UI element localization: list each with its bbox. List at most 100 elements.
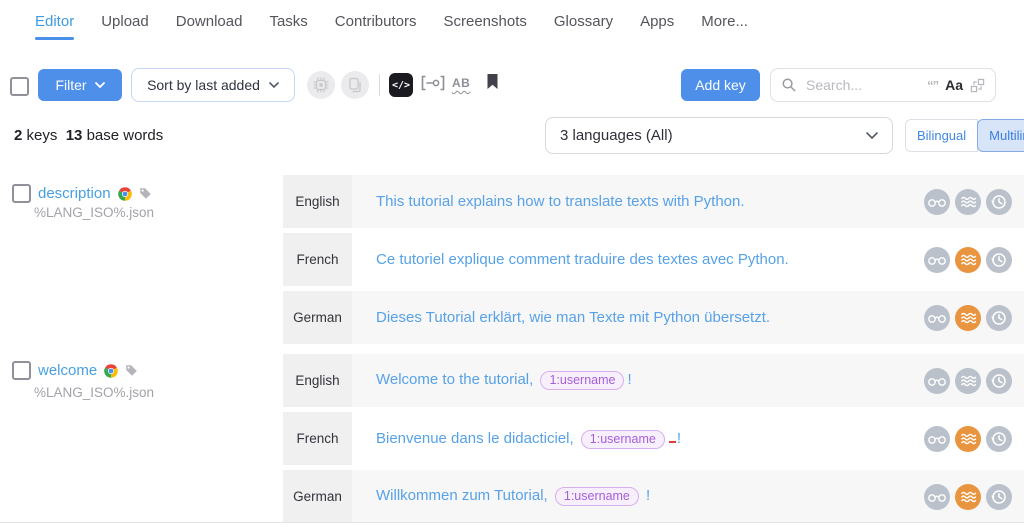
- glasses-icon[interactable]: [924, 305, 950, 331]
- translation-cell[interactable]: Dieses Tutorial erklärt, wie man Texte m…: [352, 291, 1024, 344]
- translation-row: German Dieses Tutorial erklärt, wie man …: [283, 291, 1024, 344]
- translation-cell[interactable]: Bienvenue dans le didacticiel, 1:usernam…: [352, 412, 1024, 465]
- waves-icon[interactable]: [955, 189, 981, 215]
- editor-page: Editor Upload Download Tasks Contributor…: [0, 0, 1024, 530]
- filter-button-label: Filter: [55, 77, 86, 93]
- translation-text-before: Welcome to the tutorial,: [376, 371, 537, 388]
- placeholder-pill: 1:username: [555, 487, 639, 506]
- sort-dropdown[interactable]: Sort by last added: [131, 68, 295, 102]
- search-input[interactable]: [804, 76, 920, 94]
- chevron-down-icon: [269, 82, 279, 88]
- tab-editor[interactable]: Editor: [35, 0, 74, 42]
- multilingual-toggle[interactable]: Multilingual: [977, 119, 1024, 152]
- duplicate-button[interactable]: [341, 71, 369, 99]
- translation-cell[interactable]: Ce tutoriel explique comment traduire de…: [352, 233, 1024, 286]
- waves-icon[interactable]: [955, 484, 981, 510]
- keys-label: keys: [27, 127, 58, 144]
- tab-apps[interactable]: Apps: [640, 0, 674, 42]
- base-words-label: base words: [87, 127, 164, 144]
- waves-icon[interactable]: [955, 368, 981, 394]
- language-filter-dropdown[interactable]: 3 languages (All): [545, 117, 893, 154]
- keys-count: 2: [14, 127, 22, 144]
- add-key-button-label: Add key: [695, 77, 746, 93]
- row-actions: [924, 426, 1012, 452]
- placeholder-pill: 1:username: [581, 430, 665, 449]
- tab-more[interactable]: More...: [701, 0, 748, 42]
- tab-upload[interactable]: Upload: [101, 0, 149, 42]
- tab-screenshots[interactable]: Screenshots: [444, 0, 527, 42]
- row-actions: [924, 484, 1012, 510]
- row-actions: [924, 247, 1012, 273]
- translation-text: Willkommen zum Tutorial, 1:username !: [376, 487, 912, 506]
- glasses-icon[interactable]: [924, 368, 950, 394]
- translation-cell[interactable]: This tutorial explains how to translate …: [352, 175, 1024, 228]
- translation-text: Dieses Tutorial erklärt, wie man Texte m…: [376, 309, 912, 326]
- filter-button[interactable]: Filter: [38, 69, 122, 101]
- bookmark-icon[interactable]: [486, 73, 499, 95]
- tab-contributors[interactable]: Contributors: [335, 0, 417, 42]
- key-checkbox[interactable]: [12, 184, 31, 203]
- bilingual-toggle[interactable]: Bilingual: [905, 119, 978, 152]
- chrome-icon: [118, 187, 132, 201]
- translation-text-before: Willkommen zum Tutorial,: [376, 487, 552, 504]
- translation-text-after: !: [627, 371, 631, 388]
- glasses-icon[interactable]: [924, 189, 950, 215]
- translation-cell[interactable]: Willkommen zum Tutorial, 1:username !: [352, 470, 1024, 523]
- translation-text: Ce tutoriel explique comment traduire de…: [376, 251, 912, 268]
- language-label: English: [283, 354, 352, 407]
- search-icon: [781, 77, 797, 93]
- glasses-icon[interactable]: [924, 484, 950, 510]
- language-label: English: [283, 175, 352, 228]
- tab-tasks[interactable]: Tasks: [269, 0, 307, 42]
- chevron-down-icon: [95, 82, 105, 88]
- regex-icon[interactable]: [970, 78, 985, 93]
- tab-glossary[interactable]: Glossary: [554, 0, 613, 42]
- history-icon[interactable]: [986, 368, 1012, 394]
- row-actions: [924, 189, 1012, 215]
- translation-cell[interactable]: Welcome to the tutorial, 1:username!: [352, 354, 1024, 407]
- history-icon[interactable]: [986, 305, 1012, 331]
- language-label: French: [283, 412, 352, 465]
- translation-text-before: Bienvenue dans le didacticiel,: [376, 430, 578, 447]
- quotes-icon[interactable]: “”: [927, 78, 938, 93]
- search-box: “” Aa: [770, 68, 996, 102]
- waves-icon[interactable]: [955, 426, 981, 452]
- select-all-checkbox[interactable]: [10, 77, 29, 96]
- tab-download[interactable]: Download: [176, 0, 243, 42]
- spellcheck-icon[interactable]: AB: [452, 76, 470, 90]
- translation-text-after: !: [642, 487, 650, 504]
- machine-translation-icon: [312, 76, 330, 94]
- case-icon[interactable]: Aa: [945, 77, 963, 93]
- key-name-link[interactable]: welcome: [38, 362, 97, 379]
- add-key-button[interactable]: Add key: [681, 69, 760, 101]
- history-icon[interactable]: [986, 189, 1012, 215]
- translation-text: This tutorial explains how to translate …: [376, 193, 912, 210]
- history-icon[interactable]: [986, 484, 1012, 510]
- tag-icon[interactable]: [125, 364, 138, 377]
- key-checkbox[interactable]: [12, 361, 31, 380]
- key-filename: %LANG_ISO%.json: [34, 205, 154, 220]
- language-label: German: [283, 470, 352, 523]
- key-name-link[interactable]: description: [38, 185, 111, 202]
- waves-icon[interactable]: [955, 247, 981, 273]
- code-toggle-icon[interactable]: </>: [389, 73, 413, 97]
- language-label: French: [283, 233, 352, 286]
- sort-dropdown-label: Sort by last added: [147, 77, 260, 93]
- machine-translation-button[interactable]: [307, 71, 335, 99]
- duplicate-icon: [346, 76, 364, 94]
- glasses-icon[interactable]: [924, 247, 950, 273]
- language-label: German: [283, 291, 352, 344]
- translation-row: English Welcome to the tutorial, 1:usern…: [283, 354, 1024, 407]
- row-actions: [924, 368, 1012, 394]
- translation-row: German Willkommen zum Tutorial, 1:userna…: [283, 470, 1024, 523]
- translation-row: English This tutorial explains how to tr…: [283, 175, 1024, 228]
- key-id-icon[interactable]: [420, 74, 446, 97]
- tag-icon[interactable]: [139, 187, 152, 200]
- placeholder-pill: 1:username: [540, 371, 624, 390]
- chrome-icon: [104, 364, 118, 378]
- history-icon[interactable]: [986, 247, 1012, 273]
- view-mode-toggle: Bilingual Multilingual: [905, 119, 1024, 152]
- glasses-icon[interactable]: [924, 426, 950, 452]
- waves-icon[interactable]: [955, 305, 981, 331]
- history-icon[interactable]: [986, 426, 1012, 452]
